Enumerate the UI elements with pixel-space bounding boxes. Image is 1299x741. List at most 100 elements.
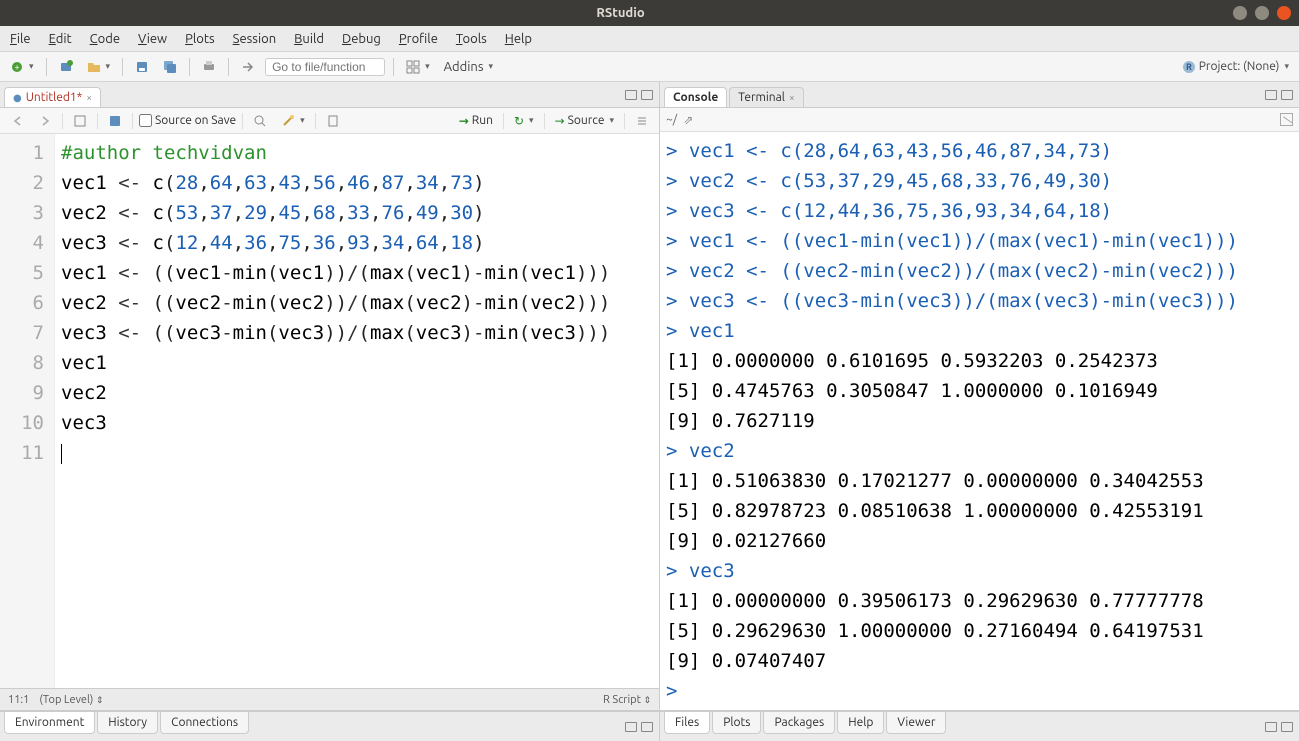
tab-console-label: Console — [673, 91, 718, 104]
menu-build[interactable]: Build — [294, 32, 324, 46]
grid-icon — [406, 60, 420, 74]
wd-popout-icon[interactable]: ⇗ — [683, 113, 693, 127]
forward-button[interactable] — [34, 112, 56, 130]
open-file-button[interactable]: ▾ — [83, 58, 115, 76]
new-file-icon: + — [10, 60, 24, 74]
new-file-button[interactable]: + ▾ — [6, 58, 38, 76]
arrow-left-icon — [10, 114, 24, 128]
window-controls — [1233, 6, 1291, 20]
compile-report-button[interactable] — [322, 112, 344, 130]
code-content[interactable]: #author techvidvanvec1 <- c(28,64,63,43,… — [55, 134, 659, 688]
editor-save-button[interactable] — [104, 112, 126, 130]
save-all-button[interactable] — [159, 58, 181, 76]
source-on-save-input[interactable] — [139, 114, 152, 127]
close-button[interactable] — [1277, 6, 1291, 20]
print-icon — [202, 60, 216, 74]
tab-console[interactable]: Console — [664, 87, 727, 107]
project-menu[interactable]: R Project: (None) ▾ — [1178, 58, 1293, 76]
scope-indicator[interactable]: (Top Level) ⇕ — [39, 694, 103, 706]
code-tools-button[interactable]: ▾ — [277, 112, 309, 130]
tab-viewer[interactable]: Viewer — [886, 712, 946, 734]
source-label: Source — [568, 114, 605, 127]
file-type-indicator[interactable]: R Script ⇕ — [603, 694, 651, 706]
source-tabstrip: ● Untitled1* × — [0, 82, 659, 108]
maximize-pane-icon[interactable] — [641, 90, 653, 100]
menu-debug[interactable]: Debug — [342, 32, 381, 46]
minimize-pane-icon[interactable] — [625, 722, 637, 732]
save-all-icon — [163, 60, 177, 74]
source-tab-title: Untitled1* — [26, 91, 83, 104]
menu-tools[interactable]: Tools — [456, 32, 487, 46]
maximize-pane-icon[interactable] — [1281, 722, 1293, 732]
rerun-button[interactable]: ↻▾ — [510, 112, 538, 130]
tab-plots[interactable]: Plots — [712, 712, 761, 734]
rscript-icon: ● — [13, 92, 22, 104]
window-title: RStudio — [8, 6, 1233, 20]
arrow-right-icon — [38, 114, 52, 128]
new-project-icon — [59, 60, 73, 74]
workspace-panes-button[interactable]: ▾ — [402, 58, 434, 76]
close-tab-icon[interactable]: × — [86, 92, 92, 103]
save-icon — [135, 60, 149, 74]
maximize-button[interactable] — [1255, 6, 1269, 20]
source-button[interactable]: →Source▾ — [551, 112, 618, 130]
minimize-button[interactable] — [1233, 6, 1247, 20]
wand-icon — [281, 114, 295, 128]
popout-icon — [73, 114, 87, 128]
search-icon — [253, 114, 267, 128]
outline-button[interactable] — [631, 112, 653, 130]
menu-view[interactable]: View — [138, 32, 167, 46]
tab-history[interactable]: History — [97, 712, 158, 734]
menu-file[interactable]: File — [10, 32, 31, 46]
console-pane: Console Terminal × ~/ ⇗ > vec1 <- c(28,6… — [660, 82, 1299, 711]
menu-session[interactable]: Session — [233, 32, 276, 46]
working-directory[interactable]: ~/ — [666, 113, 677, 126]
editor-statusbar: 11:1 (Top Level) ⇕ R Script ⇕ — [0, 688, 659, 710]
menubar: File Edit Code View Plots Session Build Debug Pr… — [0, 26, 1299, 52]
tab-files[interactable]: Files — [664, 712, 710, 734]
svg-text:R: R — [1186, 62, 1192, 72]
tab-help[interactable]: Help — [837, 712, 884, 734]
minimize-pane-icon[interactable] — [1265, 90, 1277, 100]
console-toolbar: ~/ ⇗ — [660, 108, 1299, 132]
find-button[interactable] — [249, 112, 271, 130]
menu-code[interactable]: Code — [90, 32, 120, 46]
run-button[interactable]: →Run — [455, 112, 497, 130]
titlebar: RStudio — [0, 0, 1299, 26]
svg-text:+: + — [14, 62, 19, 72]
back-button[interactable] — [6, 112, 28, 130]
tab-packages[interactable]: Packages — [763, 712, 835, 734]
maximize-pane-icon[interactable] — [641, 722, 653, 732]
tab-terminal[interactable]: Terminal × — [729, 87, 803, 107]
cursor-position: 11:1 — [8, 694, 29, 706]
folder-open-icon — [87, 60, 101, 74]
close-tab-icon[interactable]: × — [789, 92, 795, 103]
menu-profile[interactable]: Profile — [399, 32, 438, 46]
show-in-new-window-button[interactable] — [69, 112, 91, 130]
goto-file-input[interactable] — [265, 58, 385, 76]
tab-environment[interactable]: Environment — [4, 712, 95, 734]
print-button[interactable] — [198, 58, 220, 76]
maximize-pane-icon[interactable] — [1281, 90, 1293, 100]
new-project-button[interactable] — [55, 58, 77, 76]
menu-help[interactable]: Help — [505, 32, 532, 46]
source-on-save-label: Source on Save — [155, 114, 236, 127]
r-project-icon: R — [1182, 60, 1196, 74]
menu-edit[interactable]: Edit — [49, 32, 72, 46]
source-pane: ● Untitled1* × Source on — [0, 82, 659, 711]
console-output[interactable]: > vec1 <- c(28,64,63,43,56,46,87,34,73)>… — [660, 132, 1299, 710]
goto-button[interactable] — [237, 58, 259, 76]
editor-area[interactable]: 1234567891011 #author techvidvanvec1 <- … — [0, 134, 659, 688]
save-button[interactable] — [131, 58, 153, 76]
minimize-pane-icon[interactable] — [1265, 722, 1277, 732]
run-label: Run — [472, 114, 493, 127]
minimize-pane-icon[interactable] — [625, 90, 637, 100]
tab-connections[interactable]: Connections — [160, 712, 249, 734]
main-toolbar: + ▾ ▾ ▾ Addins ▾ R Project: (None) ▾ — [0, 52, 1299, 82]
menu-plots[interactable]: Plots — [185, 32, 215, 46]
clear-console-button[interactable] — [1280, 113, 1293, 126]
source-tab-untitled1[interactable]: ● Untitled1* × — [4, 87, 101, 107]
addins-button[interactable]: Addins ▾ — [440, 58, 497, 76]
workspace: ● Untitled1* × Source on — [0, 82, 1299, 741]
source-on-save-checkbox[interactable]: Source on Save — [139, 114, 236, 127]
